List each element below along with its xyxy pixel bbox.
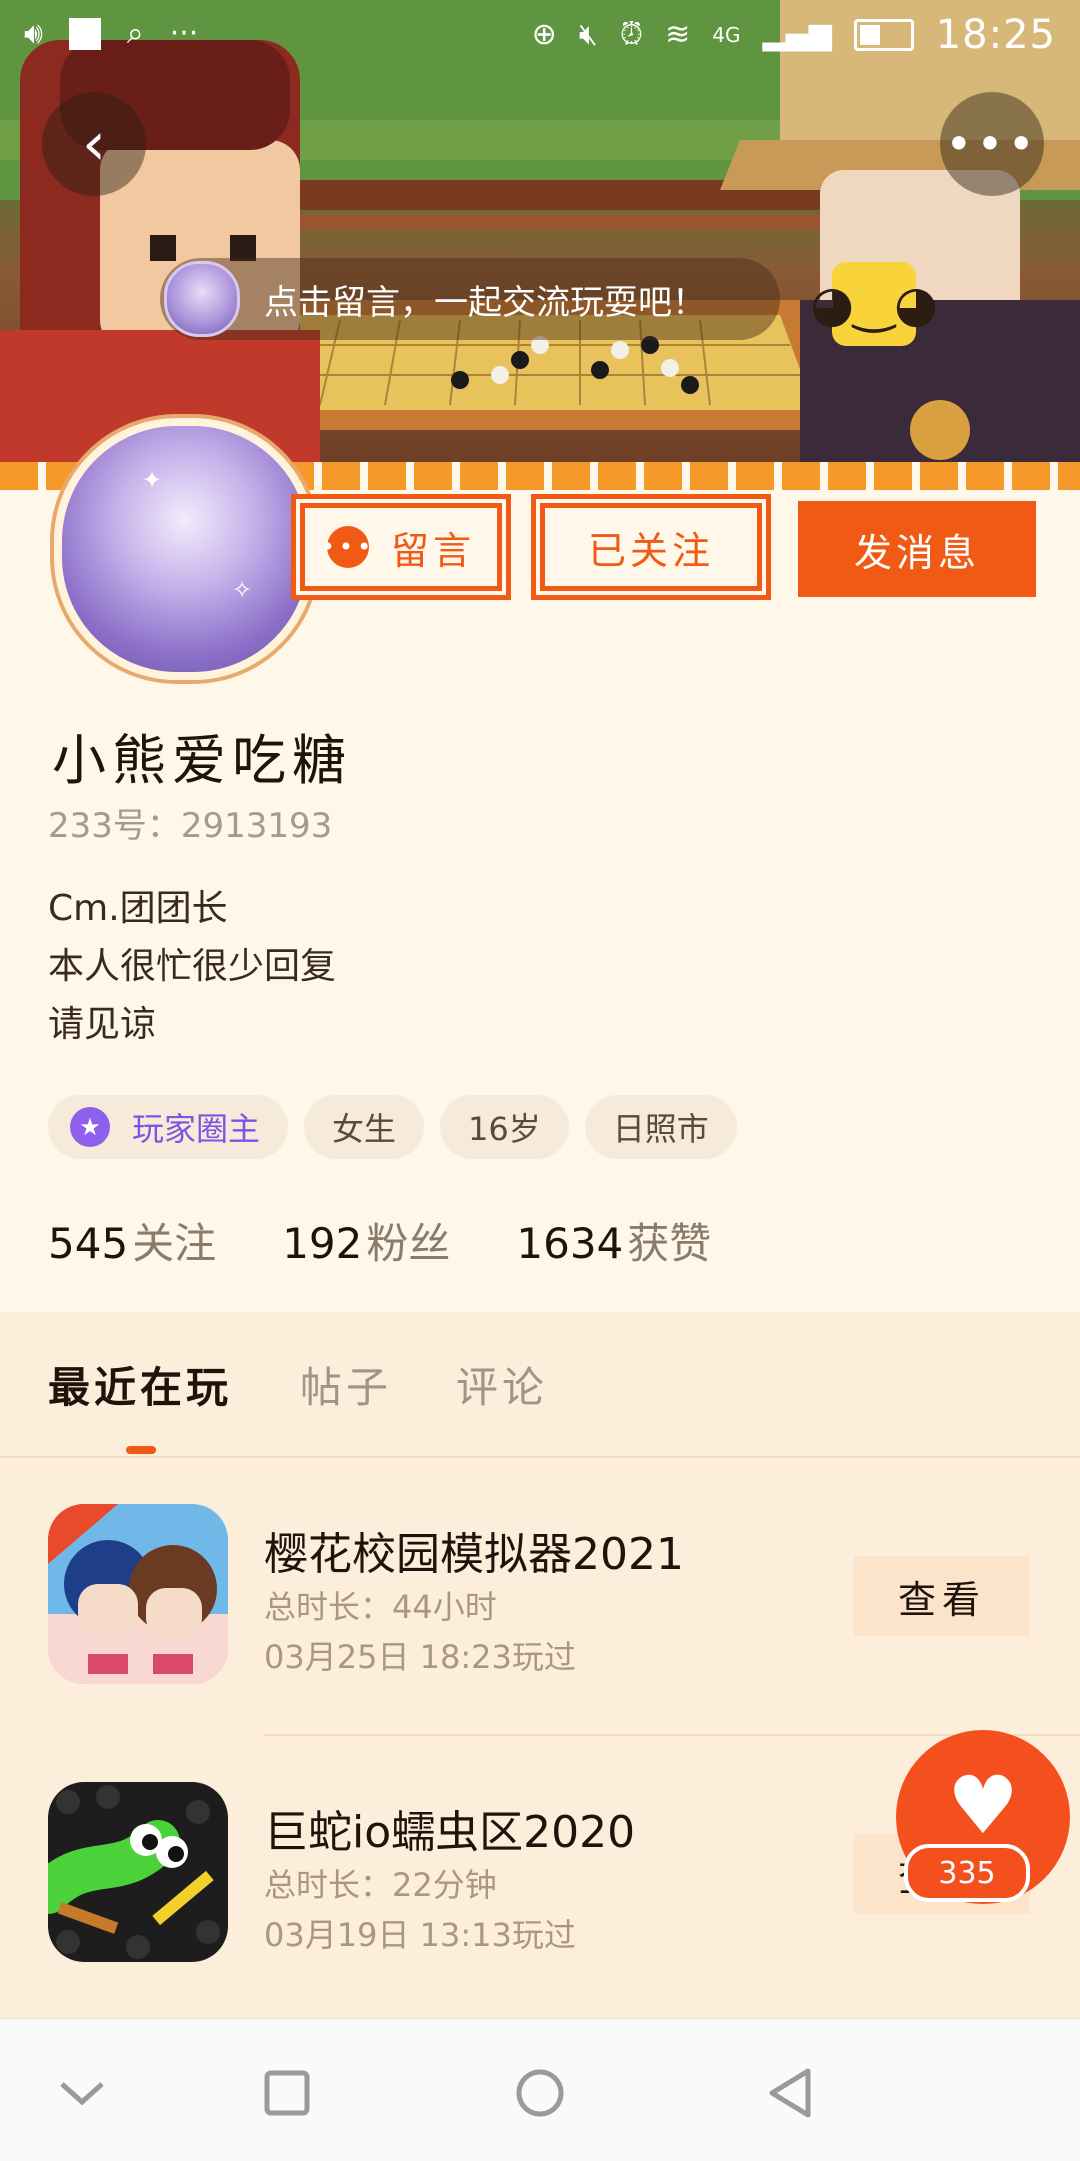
stat-label: 粉丝 (366, 1219, 451, 1268)
send-message-label: 发消息 (853, 530, 980, 575)
avatar[interactable]: ✦ ✧ (54, 418, 316, 680)
game-icon-snake (48, 1782, 228, 1962)
nav-home-button[interactable] (510, 2063, 570, 2123)
volume-icon: 🔊︎ (24, 16, 43, 51)
tag-label: 日照市 (612, 1110, 709, 1148)
bio-line: 本人很忙很少回复 (48, 946, 337, 987)
mute-icon: 🔇︎ (578, 17, 598, 52)
tag-label: 玩家圈主 (132, 1110, 261, 1148)
guestbook-prompt[interactable]: 点击留言，一起交流玩耍吧！ (160, 258, 780, 340)
like-count: 335 (904, 1844, 1030, 1902)
wifi-icon: ≋ (665, 17, 691, 52)
triangle-back-icon (769, 2068, 811, 2118)
game-duration: 总时长：22分钟 (264, 1866, 497, 1904)
tab-recently-played[interactable]: 最近在玩 (48, 1354, 232, 1415)
username: 小熊爱吃糖 (52, 729, 352, 792)
message-board-label: 留言 (390, 528, 475, 573)
game-meta: 总时长：22分钟 03月19日 13:13玩过 (264, 1860, 576, 1960)
tab-comments[interactable]: 评论 (456, 1354, 548, 1415)
bio-line: 请见谅 (48, 1004, 157, 1045)
tab-indicator (126, 1446, 156, 1454)
tag-gender: 女生 (304, 1095, 425, 1159)
search-icon: ⌕ (126, 16, 144, 51)
tag-label: 女生 (332, 1110, 397, 1148)
message-board-button[interactable]: ••• 留言 (300, 503, 502, 591)
tab-posts[interactable]: 帖子 (300, 1354, 392, 1415)
game-duration: 总时长：44小时 (264, 1588, 497, 1626)
game-title: 巨蛇io蠕虫区2020 (264, 1807, 636, 1858)
stat-following[interactable]: 545关注 (48, 1210, 216, 1271)
heart-icon: ♥ (947, 1758, 1019, 1852)
emoji-sticker-icon: ◕‿◕ (810, 262, 938, 346)
bio-line: Cm.团团长 (48, 888, 228, 929)
tag-label: 16岁 (468, 1110, 541, 1148)
nav-back-button[interactable] (760, 2063, 820, 2123)
square-icon (264, 2070, 310, 2116)
list-item[interactable]: 樱花校园模拟器2021 总时长：44小时 03月25日 18:23玩过 查看 (0, 1458, 1080, 1698)
alarm-icon: ⏰︎ (619, 17, 644, 52)
status-bar: 🔊︎ ⌕ ··· ⊕ 🔇︎ ⏰︎ ≋ 4G ▂▄▆ 18:25 (0, 0, 1080, 72)
chevron-down-icon (60, 2082, 104, 2106)
more-dots-icon: ··· (169, 16, 199, 51)
game-title: 樱花校园模拟器2021 (264, 1529, 684, 1580)
system-nav-bar (0, 2018, 1080, 2161)
nav-recents-button[interactable] (257, 2063, 317, 2123)
chevron-left-icon: ‹ (82, 109, 106, 179)
tag-circle-owner[interactable]: ★ 玩家圈主 (48, 1095, 289, 1159)
game-icon-sakura (48, 1504, 228, 1684)
battery-icon (853, 19, 914, 51)
more-dots-icon: ••• (945, 117, 1039, 171)
profile-tags: ★ 玩家圈主 女生 16岁 日照市 (48, 1095, 737, 1159)
stat-number: 1634 (516, 1219, 624, 1268)
view-game-button[interactable]: 查看 (854, 1556, 1030, 1636)
back-button[interactable]: ‹ (42, 92, 146, 196)
network-type: 4G (712, 23, 741, 47)
followed-label: 已关注 (587, 528, 714, 573)
nav-collapse-button[interactable] (52, 2063, 112, 2123)
profile-stats: 545关注 192粉丝 1634获赞 (48, 1210, 711, 1271)
data-saver-icon: ⊕ (531, 17, 557, 52)
mini-avatar (164, 261, 240, 337)
bio: Cm.团团长 本人很忙很少回复 请见谅 (48, 880, 336, 1054)
followed-button[interactable]: 已关注 (540, 503, 762, 591)
more-button[interactable]: ••• (940, 92, 1044, 196)
stat-label: 获赞 (627, 1219, 712, 1268)
status-time: 18:25 (935, 12, 1056, 58)
tab-bar: 最近在玩 帖子 评论 (0, 1312, 1080, 1458)
tag-city: 日照市 (584, 1095, 737, 1159)
stat-likes[interactable]: 1634获赞 (516, 1210, 711, 1271)
star-badge-icon: ★ (70, 1107, 110, 1147)
stat-number: 192 (282, 1219, 363, 1268)
game-meta: 总时长：44小时 03月25日 18:23玩过 (264, 1582, 576, 1682)
tag-age: 16岁 (440, 1095, 569, 1159)
sparkle-icon: ✧ (232, 576, 253, 604)
guestbook-prompt-text: 点击留言，一起交流玩耍吧！ (264, 282, 706, 323)
stat-followers[interactable]: 192粉丝 (282, 1210, 450, 1271)
header-banner: 🔊︎ ⌕ ··· ⊕ 🔇︎ ⏰︎ ≋ 4G ▂▄▆ 18:25 ‹ ••• 点击… (0, 0, 1080, 470)
send-message-button[interactable]: 发消息 (802, 505, 1032, 593)
recent-games-list: 樱花校园模拟器2021 总时长：44小时 03月25日 18:23玩过 查看 巨… (0, 1458, 1080, 2018)
circle-icon (516, 2069, 564, 2117)
stat-label: 关注 (132, 1219, 217, 1268)
signal-icon: ▂▄▆ (762, 17, 832, 52)
game-last-played: 03月19日 13:13玩过 (264, 1916, 576, 1954)
square-icon (68, 18, 101, 50)
chat-bubble-icon: ••• (321, 526, 371, 568)
user-id: 233号：2913193 (48, 806, 333, 846)
stat-number: 545 (48, 1219, 129, 1268)
game-last-played: 03月25日 18:23玩过 (264, 1638, 576, 1676)
sparkle-icon: ✦ (142, 466, 163, 494)
